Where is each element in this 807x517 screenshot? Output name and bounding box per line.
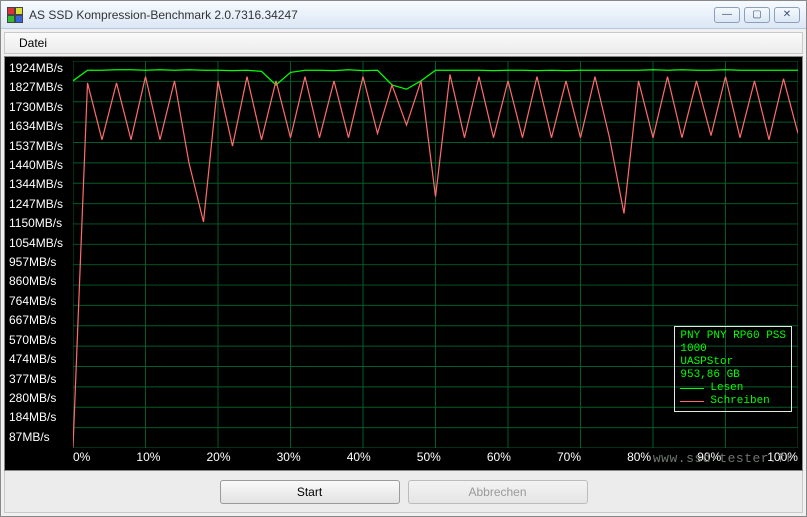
close-button[interactable]: ✕ — [774, 7, 800, 23]
menubar: Datei — [4, 32, 803, 54]
legend-read-label: Lesen — [710, 382, 743, 395]
abort-button: Abbrechen — [408, 480, 588, 504]
maximize-button[interactable]: ▢ — [744, 7, 770, 23]
legend-capacity: 953,86 GB — [680, 369, 786, 382]
app-icon — [7, 7, 23, 23]
legend-read-row: Lesen — [680, 382, 786, 395]
chart-area: 1924MB/s1827MB/s1730MB/s1634MB/s1537MB/s… — [4, 56, 803, 471]
menu-datei[interactable]: Datei — [11, 34, 55, 52]
legend-model: 1000 — [680, 343, 786, 356]
content-area: Datei 1924MB/s1827MB/s1730MB/s1634MB/s15… — [1, 29, 806, 516]
start-button[interactable]: Start — [220, 480, 400, 504]
legend-write-label: Schreiben — [710, 395, 769, 408]
minimize-button[interactable]: — — [714, 7, 740, 23]
legend-write-swatch — [680, 401, 704, 402]
legend-write-row: Schreiben — [680, 395, 786, 408]
legend-controller: UASPStor — [680, 356, 786, 369]
titlebar[interactable]: AS SSD Kompression-Benchmark 2.0.7316.34… — [1, 1, 806, 29]
legend-box: PNY PNY RP60 PSS 1000 UASPStor 953,86 GB… — [674, 326, 792, 412]
window-frame: AS SSD Kompression-Benchmark 2.0.7316.34… — [0, 0, 807, 517]
legend-device: PNY PNY RP60 PSS — [680, 330, 786, 343]
y-axis-labels: 1924MB/s1827MB/s1730MB/s1634MB/s1537MB/s… — [5, 57, 73, 448]
watermark: www.ssd-tester.fr — [653, 451, 794, 466]
button-bar: Start Abbrechen — [4, 471, 803, 513]
window-title: AS SSD Kompression-Benchmark 2.0.7316.34… — [29, 8, 714, 22]
legend-read-swatch — [680, 388, 704, 389]
plot-region: PNY PNY RP60 PSS 1000 UASPStor 953,86 GB… — [73, 61, 798, 448]
